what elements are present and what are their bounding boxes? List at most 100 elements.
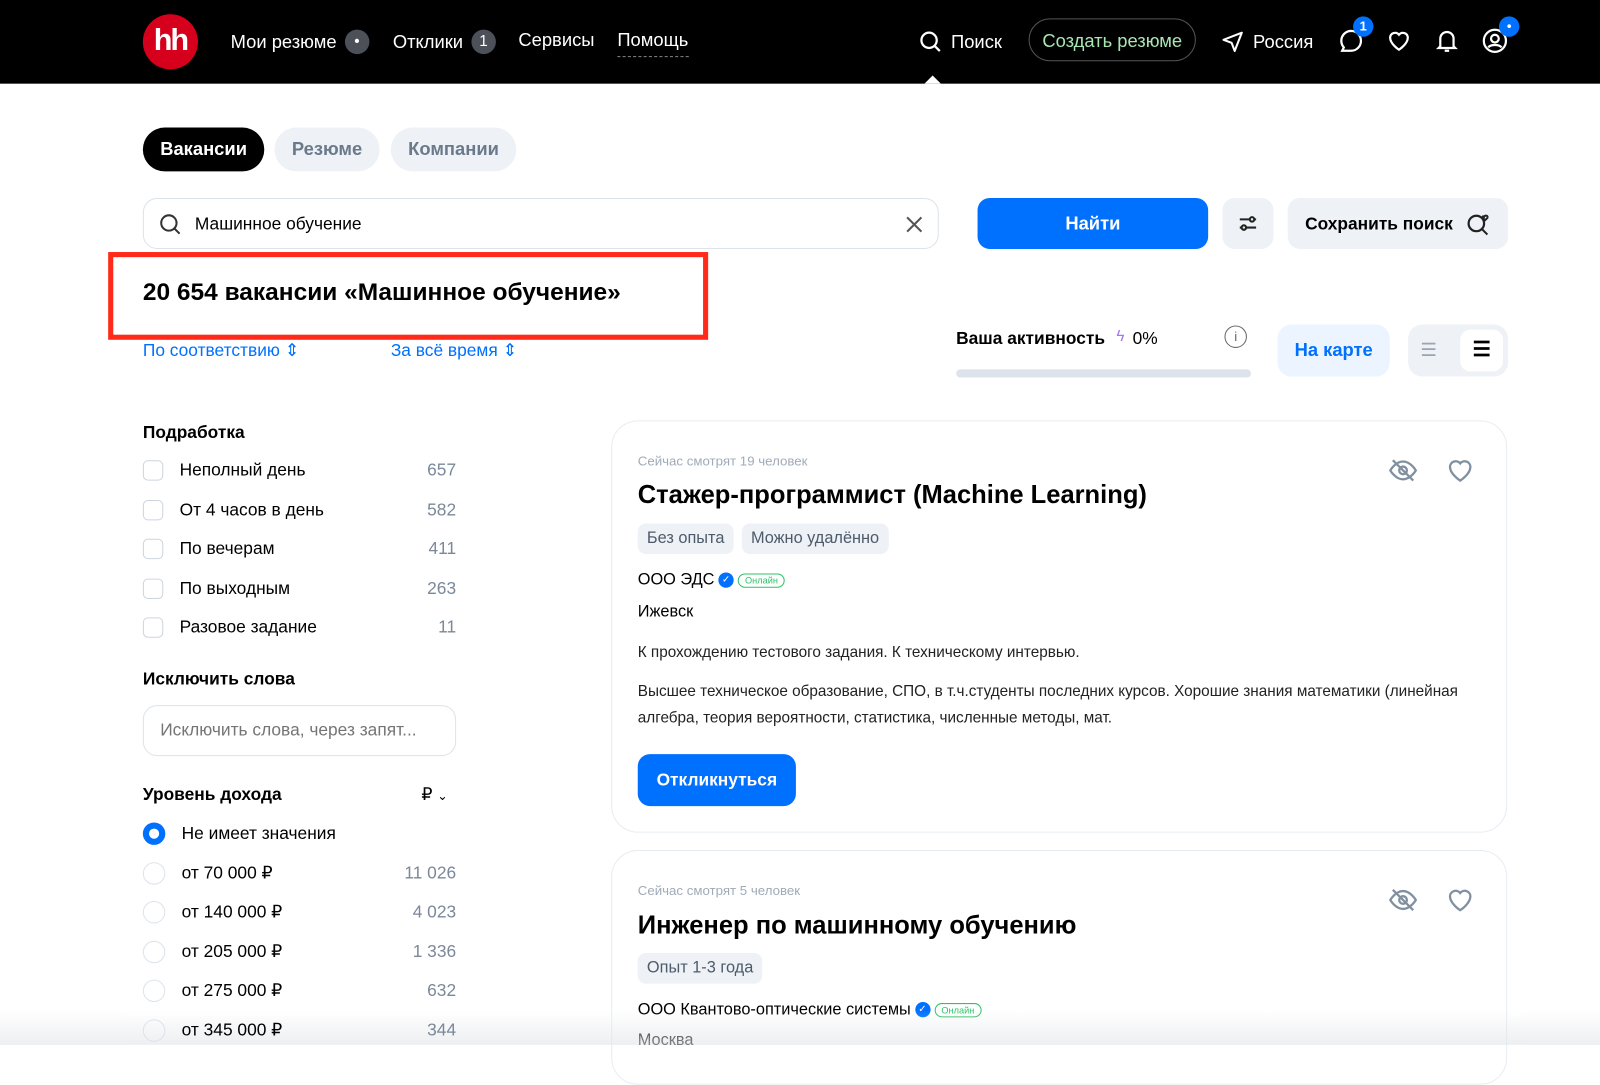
income-option[interactable]: от 70 000 ₽ 11 026 <box>142 861 456 885</box>
tab-vacancies[interactable]: Вакансии <box>142 127 265 172</box>
parttime-option[interactable]: Разовое задание 11 <box>142 615 456 639</box>
nav-badge: 1 <box>471 29 496 55</box>
header-search-button[interactable]: Поиск <box>918 30 1002 54</box>
radio[interactable] <box>142 1018 166 1042</box>
messages-button[interactable]: 1 <box>1338 16 1374 60</box>
currency-selector[interactable]: ₽ ⌄ <box>421 785 447 805</box>
messages-badge: 1 <box>1353 16 1374 37</box>
hh-logo[interactable]: hh <box>142 14 198 70</box>
detailed-list-icon[interactable]: ☰ <box>1460 329 1504 372</box>
notifications-button[interactable] <box>1434 28 1461 60</box>
online-badge: Онлайн <box>737 573 786 588</box>
parttime-option[interactable]: По выходным 263 <box>142 576 456 600</box>
radio[interactable] <box>142 861 166 885</box>
tab-companies[interactable]: Компании <box>390 127 517 172</box>
income-option[interactable]: Не имеет значения <box>142 821 456 845</box>
vacancy-title[interactable]: Инженер по машинному обучению <box>638 911 1077 941</box>
vacancy-card: Сейчас смотрят 5 человек Инженер по маши… <box>611 849 1508 1085</box>
income-option[interactable]: от 345 000 ₽ 344 <box>142 1018 457 1042</box>
period-label: За всё время <box>390 340 498 361</box>
income-option[interactable]: от 275 000 ₽ 632 <box>142 979 456 1003</box>
apply-button[interactable]: Откликнуться <box>637 754 796 807</box>
income-option[interactable]: от 140 000 ₽ 4 023 <box>142 900 457 924</box>
checkbox[interactable] <box>142 499 164 520</box>
income-option[interactable]: от 205 000 ₽ 1 336 <box>142 939 457 963</box>
profile-button[interactable]: • <box>1482 16 1520 60</box>
viewers-count: Сейчас смотрят 5 человек <box>637 882 801 898</box>
hide-eye-icon[interactable] <box>1388 455 1419 486</box>
find-button[interactable]: Найти <box>977 197 1209 249</box>
search-icon <box>920 31 941 52</box>
radio[interactable] <box>142 901 166 924</box>
compact-list-icon[interactable]: ☰ <box>1420 340 1436 361</box>
vacancy-tags: Без опыта Можно удалённо <box>637 523 897 555</box>
radio[interactable] <box>142 822 166 845</box>
bell-icon <box>1435 30 1458 52</box>
info-icon[interactable]: i <box>1224 325 1247 348</box>
vacancy-card: Сейчас смотрят 19 человек Стажер-програм… <box>611 420 1508 833</box>
map-button[interactable]: На карте <box>1277 324 1390 377</box>
tag-experience: Без опыта <box>637 523 734 555</box>
tag-experience: Опыт 1-3 года <box>637 953 763 984</box>
location-arrow-icon <box>1222 31 1243 53</box>
region-selector[interactable]: Россия <box>1220 30 1313 54</box>
period-selector[interactable]: За всё время ⇕ <box>391 341 517 361</box>
save-search-button[interactable]: Сохранить поиск <box>1287 197 1509 249</box>
favorite-heart-icon[interactable] <box>1445 885 1476 916</box>
option-count: 657 <box>427 460 457 480</box>
parttime-title: Подработка <box>142 422 245 442</box>
income-title: Уровень дохода <box>142 784 282 805</box>
sort-selector[interactable]: По соответствию ⇕ <box>143 341 299 361</box>
activity-progress-bar <box>956 369 1252 378</box>
heart-icon <box>1389 31 1409 51</box>
profile-badge: • <box>1498 16 1520 37</box>
nav-label: Мои резюме <box>230 31 337 52</box>
option-count: 1 336 <box>412 941 457 961</box>
advanced-filters-button[interactable] <box>1222 197 1274 249</box>
vacancy-tags: Опыт 1-3 года <box>637 953 771 984</box>
parttime-option[interactable]: По вечерам 411 <box>142 537 456 561</box>
nav-responses[interactable]: Отклики 1 <box>392 29 496 55</box>
clear-icon[interactable] <box>903 213 925 235</box>
checkbox[interactable] <box>142 460 164 481</box>
verified-icon: ✓ <box>718 572 734 589</box>
search-icon <box>160 214 181 235</box>
exclude-words-input[interactable] <box>142 705 457 757</box>
search-label: Поиск <box>951 31 1002 52</box>
nav-services[interactable]: Сервисы <box>518 30 594 51</box>
search-input[interactable]: Машинное обучение <box>195 214 362 234</box>
exclude-title: Исключить слова <box>142 669 295 689</box>
tab-resumes[interactable]: Резюме <box>274 127 380 172</box>
checkbox[interactable] <box>142 578 164 599</box>
company-name[interactable]: ООО ЭДС <box>638 571 715 588</box>
currency-label: ₽ <box>421 784 433 805</box>
vacancy-title[interactable]: Стажер-программист (Machine Learning) <box>638 481 1147 511</box>
radio[interactable] <box>142 979 166 1003</box>
parttime-option[interactable]: От 4 часов в день 582 <box>142 497 457 521</box>
results-title: 20 654 вакансии «Машинное обучение» <box>142 278 621 307</box>
option-label: По вечерам <box>179 538 275 559</box>
lightning-icon: ϟ <box>1116 327 1125 345</box>
hide-eye-icon[interactable] <box>1388 885 1419 916</box>
search-field[interactable]: Машинное обучение <box>142 197 939 249</box>
option-count: 4 023 <box>412 902 457 922</box>
checkbox[interactable] <box>142 538 164 560</box>
favorite-heart-icon[interactable] <box>1445 455 1476 486</box>
nav-label: Отклики <box>392 31 464 52</box>
favorites-button[interactable] <box>1386 28 1413 60</box>
nav-my-resumes[interactable]: Мои резюме • <box>230 29 370 55</box>
sliders-icon <box>1239 216 1257 231</box>
tag-remote: Можно удалённо <box>741 523 889 555</box>
nav-help[interactable]: Помощь <box>617 30 689 58</box>
option-count: 582 <box>427 499 457 519</box>
checkbox[interactable] <box>142 617 164 638</box>
region-label: Россия <box>1253 31 1314 52</box>
chevron-down-icon: ⌄ <box>437 788 448 804</box>
option-count: 344 <box>427 1019 457 1040</box>
option-label: от 275 000 ₽ <box>181 980 283 1000</box>
option-label: Неполный день <box>179 460 306 480</box>
create-resume-button[interactable]: Создать резюме <box>1028 18 1196 62</box>
viewers-count: Сейчас смотрят 19 человек <box>637 453 808 469</box>
radio[interactable] <box>142 940 166 963</box>
parttime-option[interactable]: Неполный день 657 <box>142 458 457 482</box>
